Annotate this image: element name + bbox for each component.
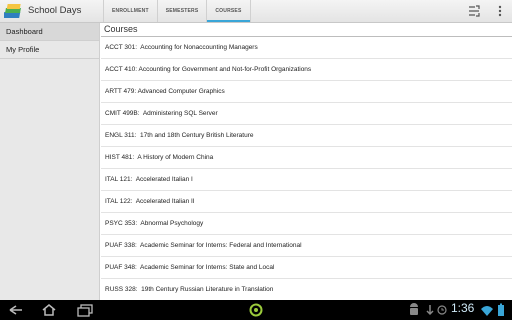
course-list-item[interactable]: PSYC 353: Abnormal Psychology [101, 213, 512, 235]
course-list-item[interactable]: RUSS 328: 19th Century Russian Literatur… [101, 279, 512, 300]
course-list-item[interactable]: ACCT 301: Accounting for Nonaccounting M… [101, 37, 512, 59]
course-list-item[interactable]: ACCT 410: Accounting for Government and … [101, 59, 512, 81]
courses-panel: Courses ACCT 301: Accounting for Nonacco… [101, 23, 512, 300]
tab-enrollment[interactable]: ENROLLMENT [103, 0, 157, 22]
sidebar-item-my-profile[interactable]: My Profile [0, 41, 99, 59]
course-list-item[interactable]: CMIT 499B: Administering SQL Server [101, 103, 512, 125]
notification-icon [426, 305, 434, 316]
scale-filter-icon[interactable] [466, 3, 482, 19]
course-list-item[interactable]: ENGL 311: 17th and 18th Century British … [101, 125, 512, 147]
section-title: Courses [104, 24, 138, 34]
tab-divider [249, 0, 251, 22]
tab-courses[interactable]: COURSES [206, 0, 250, 22]
back-icon[interactable] [6, 302, 28, 318]
wifi-icon [481, 306, 493, 316]
app-title: School Days [28, 5, 82, 16]
android-icon [410, 303, 418, 315]
course-list-item[interactable]: HIST 481: A History of Modern China [101, 147, 512, 169]
sidebar: Dashboard My Profile [0, 23, 100, 300]
recent-apps-icon[interactable] [74, 302, 96, 318]
tab-bar: ENROLLMENT SEMESTERS COURSES [103, 0, 251, 22]
tab-semesters[interactable]: SEMESTERS [156, 0, 207, 22]
home-icon[interactable] [40, 302, 58, 318]
course-list-item[interactable]: PUAF 338: Academic Seminar for Interns: … [101, 235, 512, 257]
course-list-item[interactable]: ITAL 122: Accelerated Italian II [101, 191, 512, 213]
battery-icon [498, 303, 504, 316]
clock: 1:36 [451, 301, 475, 315]
course-list-item[interactable]: PUAF 348: Academic Seminar for Interns: … [101, 257, 512, 279]
system-bar: 1:36 [0, 300, 512, 320]
books-icon[interactable] [4, 2, 24, 21]
overflow-menu-icon[interactable] [492, 3, 508, 19]
course-list-item[interactable]: ITAL 121: Accelerated Italian I [101, 169, 512, 191]
sidebar-item-dashboard[interactable]: Dashboard [0, 23, 99, 41]
course-list-item[interactable]: ARTT 479: Advanced Computer Graphics [101, 81, 512, 103]
action-bar: School Days ENROLLMENT SEMESTERS COURSES [0, 0, 512, 23]
app-indicator-icon[interactable] [248, 302, 264, 318]
clock-status-icon [437, 305, 447, 315]
